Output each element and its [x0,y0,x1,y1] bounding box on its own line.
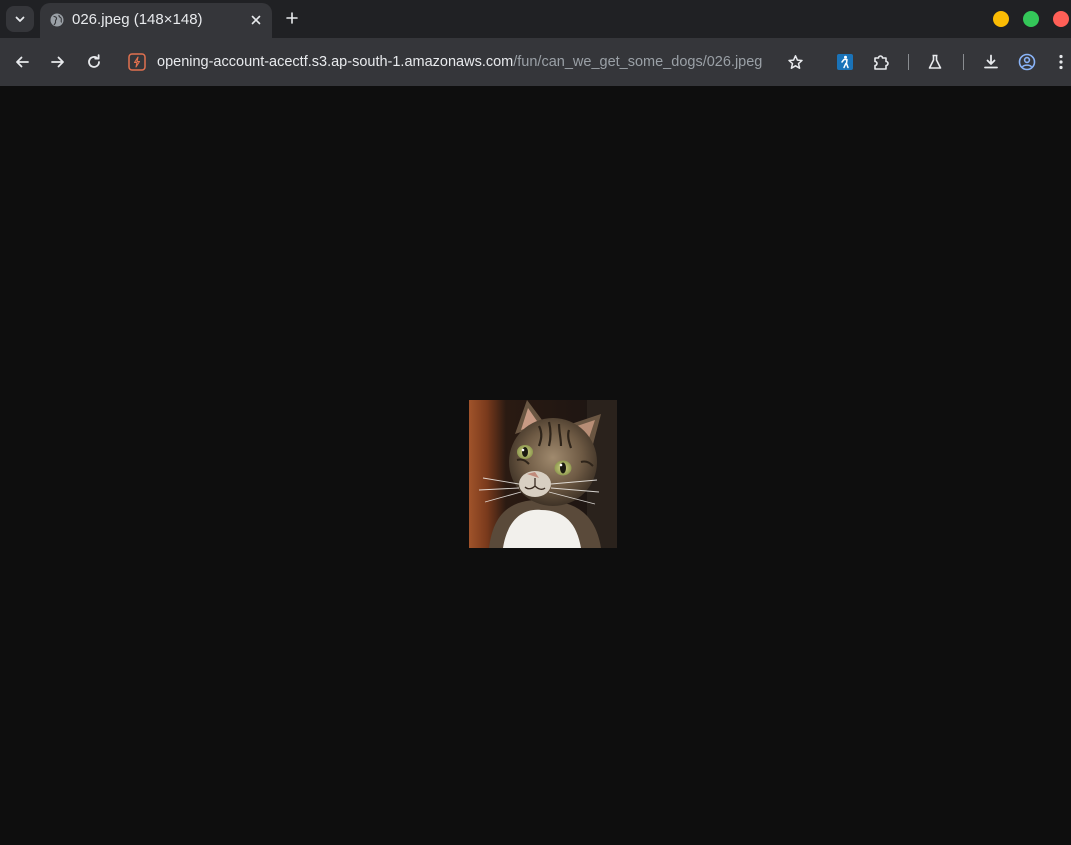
browser-window: 026.jpeg (148×148) opening-account-acect… [0,0,1071,845]
toolbar-divider [908,54,909,70]
tab-title: 026.jpeg (148×148) [72,11,203,28]
accessibility-extension-icon [837,54,853,70]
browser-toolbar: opening-account-acectf.s3.ap-south-1.ama… [0,38,1071,86]
menu-button[interactable] [1051,50,1071,74]
tab-active[interactable]: 026.jpeg (148×148) [40,3,272,38]
plus-icon [286,12,298,24]
star-icon [787,54,803,69]
globe-icon [50,13,64,27]
tab-close-button[interactable] [248,12,264,28]
tab-search-button[interactable] [6,6,34,32]
tab-strip: 026.jpeg (148×148) [0,0,1071,38]
arrow-right-icon [51,56,64,68]
close-icon [251,15,261,25]
window-minimize-button[interactable] [993,11,1009,27]
toolbar-divider [963,54,964,70]
kebab-menu-icon [1059,54,1063,70]
cat-image[interactable] [469,400,617,548]
cat-photo [469,400,617,548]
new-tab-button[interactable] [282,8,302,28]
arrow-left-icon [16,56,29,68]
extensions-button[interactable] [869,50,893,74]
forward-button[interactable] [46,50,70,74]
address-bar[interactable]: opening-account-acectf.s3.ap-south-1.ama… [157,54,762,70]
profile-icon [1018,53,1036,71]
window-maximize-button[interactable] [1023,11,1039,27]
accessibility-extension-button[interactable] [833,50,857,74]
url-path: /fun/can_we_get_some_dogs/026.jpeg [513,54,763,70]
page-viewport [0,86,1071,845]
reload-button[interactable] [82,50,106,74]
labs-button[interactable] [923,50,947,74]
puzzle-icon [874,55,889,70]
bookmark-button[interactable] [783,50,807,74]
url-host: opening-account-acectf.s3.ap-south-1.ama… [157,54,514,70]
reload-icon [88,54,100,68]
back-button[interactable] [10,50,34,74]
chevron-down-icon [15,16,25,22]
profile-button[interactable] [1015,50,1039,74]
window-close-button[interactable] [1053,11,1069,27]
download-icon [984,54,998,69]
site-info-icon[interactable] [128,53,146,71]
flask-icon [928,54,942,69]
downloads-button[interactable] [979,50,1003,74]
